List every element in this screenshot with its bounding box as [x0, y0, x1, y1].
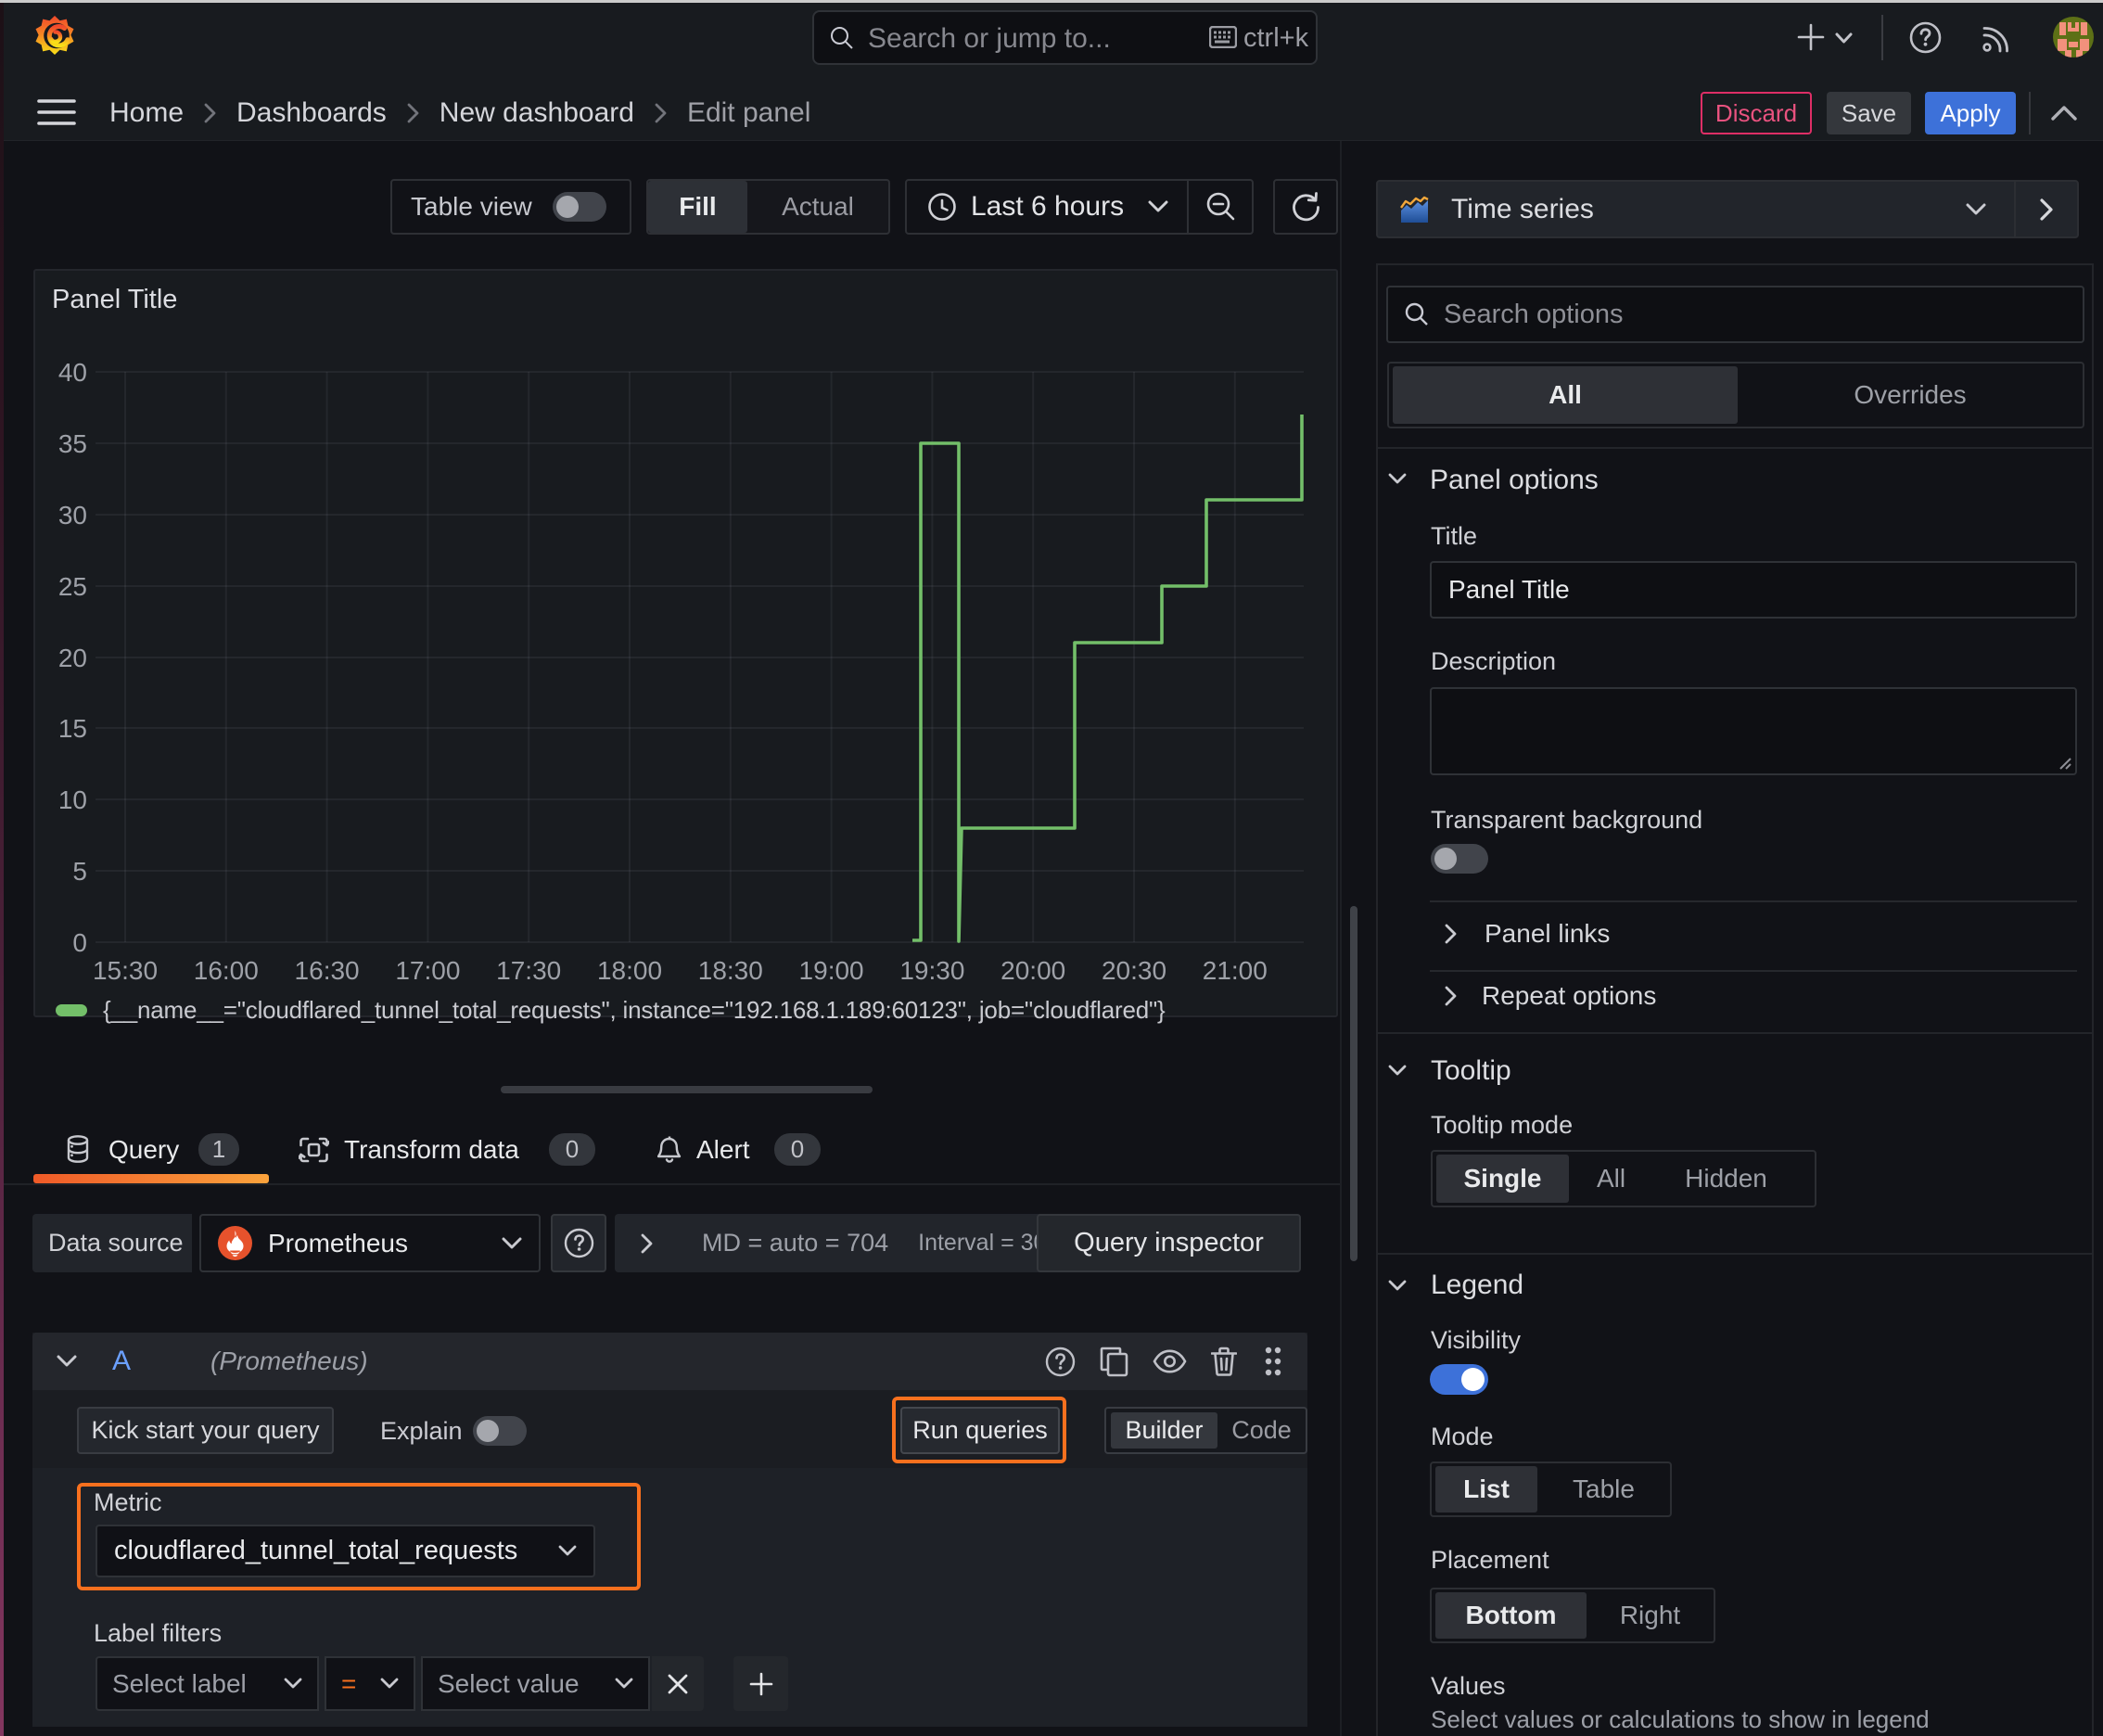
- svg-text:20:00: 20:00: [1001, 956, 1065, 985]
- svg-text:20: 20: [58, 644, 87, 672]
- svg-text:19:30: 19:30: [899, 956, 964, 985]
- svg-text:21:00: 21:00: [1203, 956, 1268, 985]
- svg-text:18:30: 18:30: [698, 956, 763, 985]
- svg-text:10: 10: [58, 785, 87, 814]
- svg-text:25: 25: [58, 572, 87, 601]
- svg-text:19:00: 19:00: [799, 956, 864, 985]
- svg-text:16:30: 16:30: [295, 956, 360, 985]
- svg-text:0: 0: [72, 928, 87, 957]
- svg-text:20:30: 20:30: [1102, 956, 1166, 985]
- svg-text:40: 40: [58, 358, 87, 387]
- svg-text:18:00: 18:00: [597, 956, 662, 985]
- svg-text:17:30: 17:30: [496, 956, 561, 985]
- svg-text:15: 15: [58, 714, 87, 743]
- svg-text:5: 5: [72, 857, 87, 886]
- svg-text:30: 30: [58, 501, 87, 530]
- svg-text:17:00: 17:00: [395, 956, 460, 985]
- svg-text:35: 35: [58, 429, 87, 458]
- svg-text:{__name__="cloudflared_tunnel_: {__name__="cloudflared_tunnel_total_requ…: [103, 996, 1166, 1024]
- svg-text:15:30: 15:30: [93, 956, 158, 985]
- svg-text:16:00: 16:00: [194, 956, 259, 985]
